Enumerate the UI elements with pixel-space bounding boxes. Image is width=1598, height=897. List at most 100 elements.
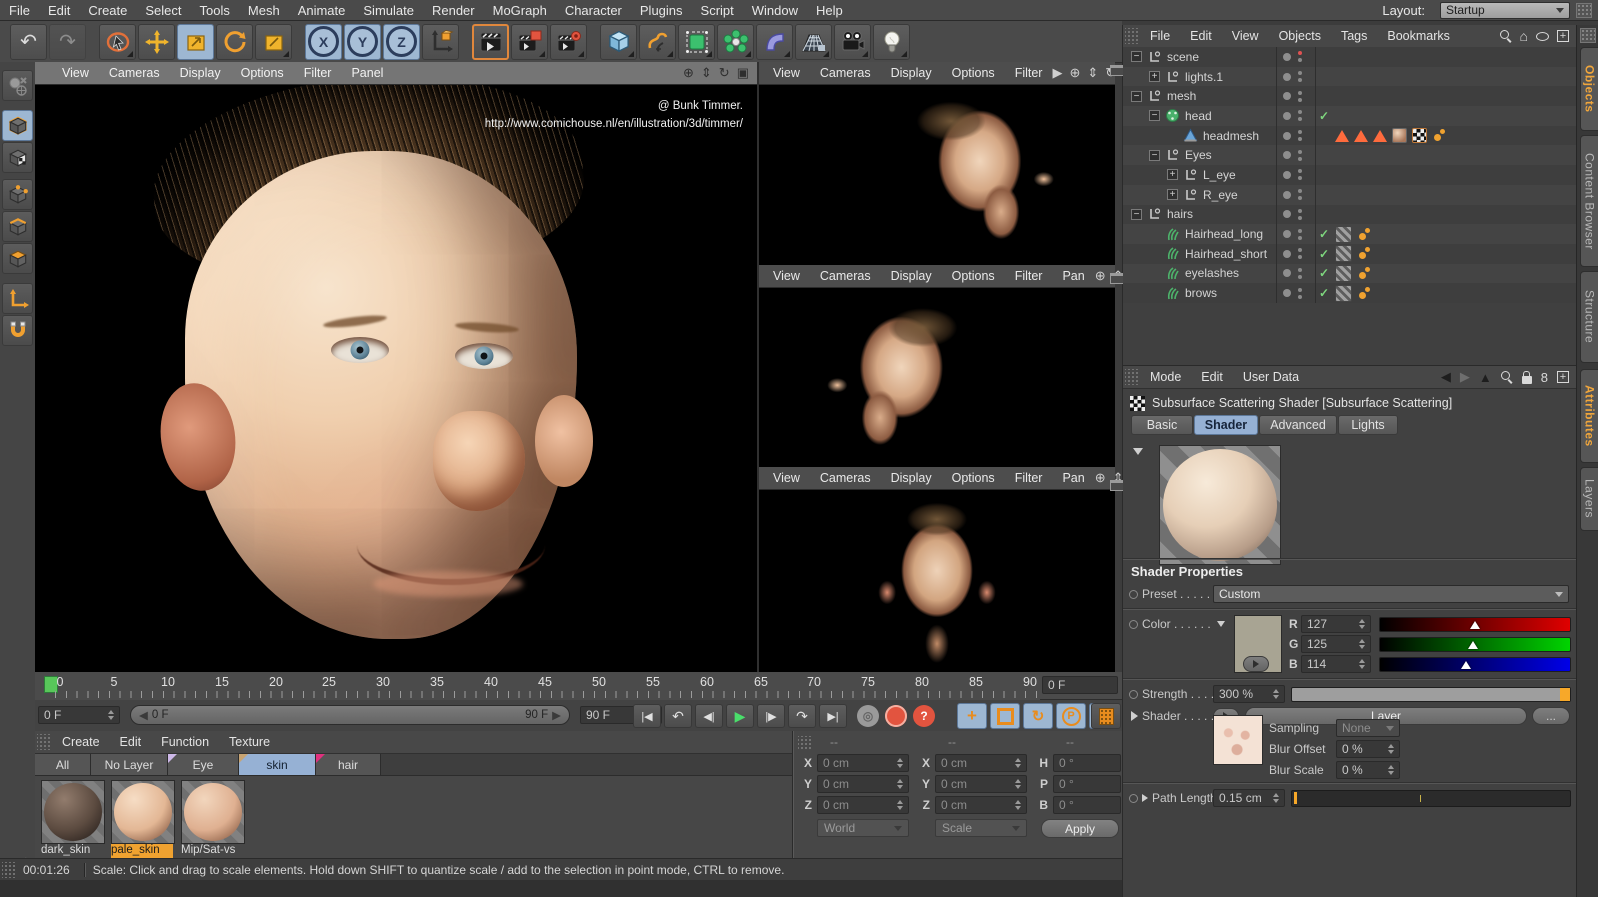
- apply-button[interactable]: Apply: [1041, 819, 1119, 838]
- render-visibility-dot[interactable]: [1298, 58, 1302, 63]
- render-visibility-dot[interactable]: [1298, 255, 1302, 260]
- vp-zoom-icon[interactable]: ⇕: [1087, 65, 1098, 81]
- material-item[interactable]: Mip/Sat-vs: [181, 780, 245, 858]
- previous-frame-button[interactable]: ◀|: [695, 704, 723, 728]
- activation-dot[interactable]: [1283, 131, 1291, 140]
- blur-scale-field[interactable]: 0 %: [1336, 761, 1400, 779]
- add-deformer-button[interactable]: [756, 23, 793, 60]
- layer-tab-eye[interactable]: Eye: [168, 754, 239, 775]
- undock-icon[interactable]: [1110, 65, 1124, 76]
- menu-help[interactable]: Help: [807, 3, 852, 18]
- anim-dot-icon[interactable]: [1129, 689, 1138, 699]
- vp-menu-options[interactable]: Options: [942, 471, 1005, 485]
- axis-mode-button[interactable]: [2, 283, 33, 314]
- hair-material-tag-icon[interactable]: [1335, 264, 1352, 282]
- editor-visibility-dot[interactable]: [1298, 228, 1302, 233]
- enabled-check-icon[interactable]: [1319, 109, 1329, 123]
- tree-row-headmesh[interactable]: headmesh: [1123, 125, 1577, 146]
- vp-menu-display[interactable]: Display: [881, 471, 942, 485]
- panel-grip[interactable]: [1125, 369, 1138, 385]
- mat-menu-create[interactable]: Create: [52, 735, 110, 749]
- sampling-select[interactable]: None: [1336, 719, 1400, 737]
- tree-row-hairhead-short[interactable]: Hairhead_short: [1123, 243, 1577, 264]
- vp-menu-display[interactable]: Display: [881, 269, 942, 283]
- tree-row-hairhead-long[interactable]: Hairhead_long: [1123, 224, 1577, 244]
- search-icon[interactable]: [1500, 371, 1513, 383]
- menu-mograph[interactable]: MoGraph: [484, 3, 556, 18]
- editor-visibility-dot[interactable]: [1298, 90, 1302, 95]
- size-z-field[interactable]: 0 cm: [935, 796, 1027, 814]
- vp-menu-display[interactable]: Display: [881, 66, 942, 80]
- material-thumbnail[interactable]: [111, 780, 175, 844]
- viewport3-canvas[interactable]: [759, 288, 1115, 468]
- parent-object-icon[interactable]: ▲: [1479, 370, 1492, 385]
- r-field[interactable]: 127: [1301, 615, 1371, 633]
- vp-menu-options[interactable]: Options: [942, 269, 1005, 283]
- om-menu-bookmarks[interactable]: Bookmarks: [1377, 29, 1460, 43]
- panel-grip[interactable]: [1125, 28, 1138, 44]
- panel-grip[interactable]: [37, 734, 50, 750]
- vp-menu-panel[interactable]: Panel: [341, 66, 393, 80]
- render-visibility-dot[interactable]: [1298, 235, 1302, 240]
- layer-tab-hair[interactable]: hair: [316, 754, 381, 775]
- layer-tab-skin[interactable]: skin: [239, 754, 316, 775]
- activation-dot[interactable]: [1283, 249, 1291, 258]
- polygon-mode-button[interactable]: [2, 243, 33, 274]
- tree-row-mesh[interactable]: mesh: [1123, 86, 1577, 107]
- lock-x-axis-button[interactable]: X: [305, 23, 342, 60]
- editor-visibility-dot[interactable]: [1298, 189, 1302, 194]
- render-visibility-dot[interactable]: [1298, 156, 1302, 161]
- vp-menu-display[interactable]: Display: [170, 66, 231, 80]
- vp-menu-cameras[interactable]: Cameras: [810, 269, 881, 283]
- autokey-help-button[interactable]: ?: [913, 705, 935, 727]
- vp-menu-view[interactable]: View: [763, 269, 810, 283]
- render-settings-button[interactable]: [550, 23, 587, 60]
- add-modeling-button[interactable]: [717, 23, 754, 60]
- om-menu-tags[interactable]: Tags: [1331, 29, 1377, 43]
- menu-script[interactable]: Script: [692, 3, 743, 18]
- undock-icon[interactable]: [1110, 273, 1124, 284]
- tab-basic[interactable]: Basic: [1131, 415, 1193, 435]
- strength-field[interactable]: 300 %: [1213, 685, 1285, 703]
- am-menu-mode[interactable]: Mode: [1140, 370, 1191, 384]
- selection-tag-icon[interactable]: [1354, 129, 1368, 142]
- vp-menu-view[interactable]: View: [763, 471, 810, 485]
- link-icon[interactable]: 8: [1541, 370, 1548, 385]
- history-forward-icon[interactable]: ▶: [1460, 369, 1470, 385]
- lock-z-axis-button[interactable]: Z: [383, 23, 420, 60]
- redo-button[interactable]: ↷: [49, 23, 86, 60]
- vp-move-icon[interactable]: ⊕: [1095, 470, 1106, 486]
- tab-lights[interactable]: Lights: [1338, 415, 1398, 435]
- mat-menu-texture[interactable]: Texture: [219, 735, 280, 749]
- layout-palette-icon[interactable]: [1576, 2, 1592, 18]
- om-menu-file[interactable]: File: [1140, 29, 1180, 43]
- home-icon[interactable]: ⌂: [1520, 28, 1528, 44]
- viewport-main-canvas[interactable]: @ Bunk Timmer. http://www.comichouse.nl/…: [35, 85, 757, 673]
- preset-select[interactable]: Custom: [1213, 585, 1569, 603]
- vp-menu-cameras[interactable]: Cameras: [810, 66, 881, 80]
- render-visibility-dot[interactable]: [1298, 294, 1302, 299]
- pos-x-field[interactable]: 0 cm: [817, 754, 909, 772]
- panel-grip[interactable]: [798, 736, 811, 750]
- mat-menu-function[interactable]: Function: [151, 735, 219, 749]
- panel-grip[interactable]: [2, 862, 15, 878]
- collapse-toggle[interactable]: [1131, 90, 1142, 102]
- editor-visibility-dot[interactable]: [1298, 208, 1302, 213]
- tree-row-head[interactable]: head: [1123, 106, 1577, 126]
- preview-range-slider[interactable]: ◀ 0 F 90 F ▶: [130, 705, 570, 725]
- color-expand-button[interactable]: [1243, 656, 1269, 672]
- activation-dot[interactable]: [1283, 72, 1291, 81]
- vp-menu-cameras[interactable]: Cameras: [810, 471, 881, 485]
- expand-toggle[interactable]: [1167, 169, 1178, 181]
- editor-visibility-dot[interactable]: [1298, 287, 1302, 292]
- size-y-field[interactable]: 0 cm: [935, 775, 1027, 793]
- menu-render[interactable]: Render: [423, 3, 484, 18]
- tree-row-l-eye[interactable]: L_eye: [1123, 165, 1577, 185]
- uvw-tag-icon[interactable]: [1432, 128, 1447, 143]
- sss-shader-tag-icon[interactable]: [1412, 128, 1427, 144]
- menu-select[interactable]: Select: [136, 3, 190, 18]
- current-frame-field[interactable]: 0 F: [1042, 676, 1118, 694]
- render-visibility-dot[interactable]: [1298, 215, 1302, 220]
- enabled-check-icon[interactable]: [1319, 247, 1329, 261]
- editor-visibility-dot[interactable]: [1298, 51, 1302, 56]
